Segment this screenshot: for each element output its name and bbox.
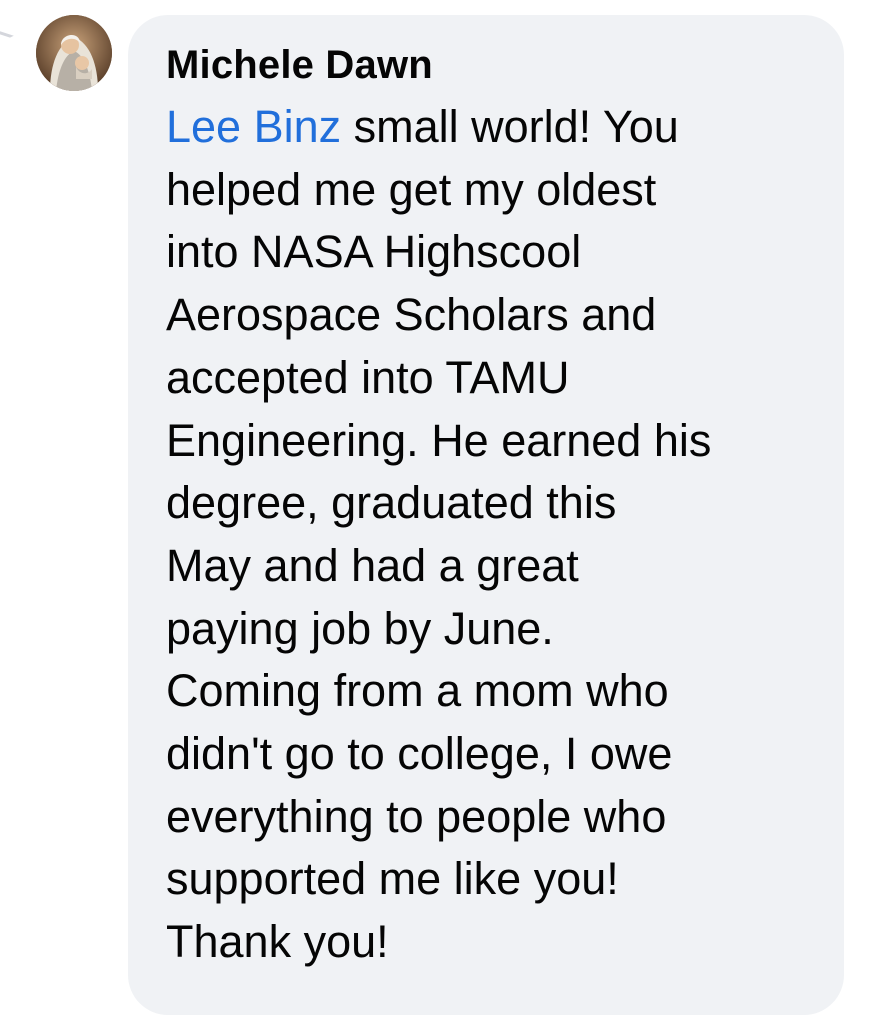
profile-photo-icon: [36, 15, 112, 91]
comment-line: into NASA Highscool: [166, 226, 582, 278]
comment-text: Lee Binz small world! You helped me get …: [166, 96, 826, 974]
comment-line: accepted into TAMU: [166, 351, 570, 403]
reply-thread-connector: [0, 28, 14, 60]
comment-line-text: small world! You: [341, 101, 679, 152]
comment-line: Engineering. He earned his: [166, 414, 712, 466]
comment-line: paying job by June.: [166, 602, 554, 654]
mention-link[interactable]: Lee Binz: [166, 101, 341, 152]
comment-line: supported me like you!: [166, 853, 619, 905]
avatar[interactable]: [36, 15, 112, 91]
comment-line: didn't go to college, I owe: [166, 728, 673, 780]
comment-line: Coming from a mom who: [166, 665, 669, 717]
comment-line: Thank you!: [166, 916, 389, 968]
comment-line: degree, graduated this: [166, 477, 617, 529]
comment-line: Lee Binz small world! You: [166, 96, 826, 159]
comment-line: May and had a great: [166, 539, 579, 591]
comment-author-name[interactable]: Michele Dawn: [166, 43, 433, 88]
comment-line: helped me get my oldest: [166, 163, 657, 215]
comment-line: Aerospace Scholars and: [166, 289, 657, 341]
comment-line: everything to people who: [166, 790, 667, 842]
